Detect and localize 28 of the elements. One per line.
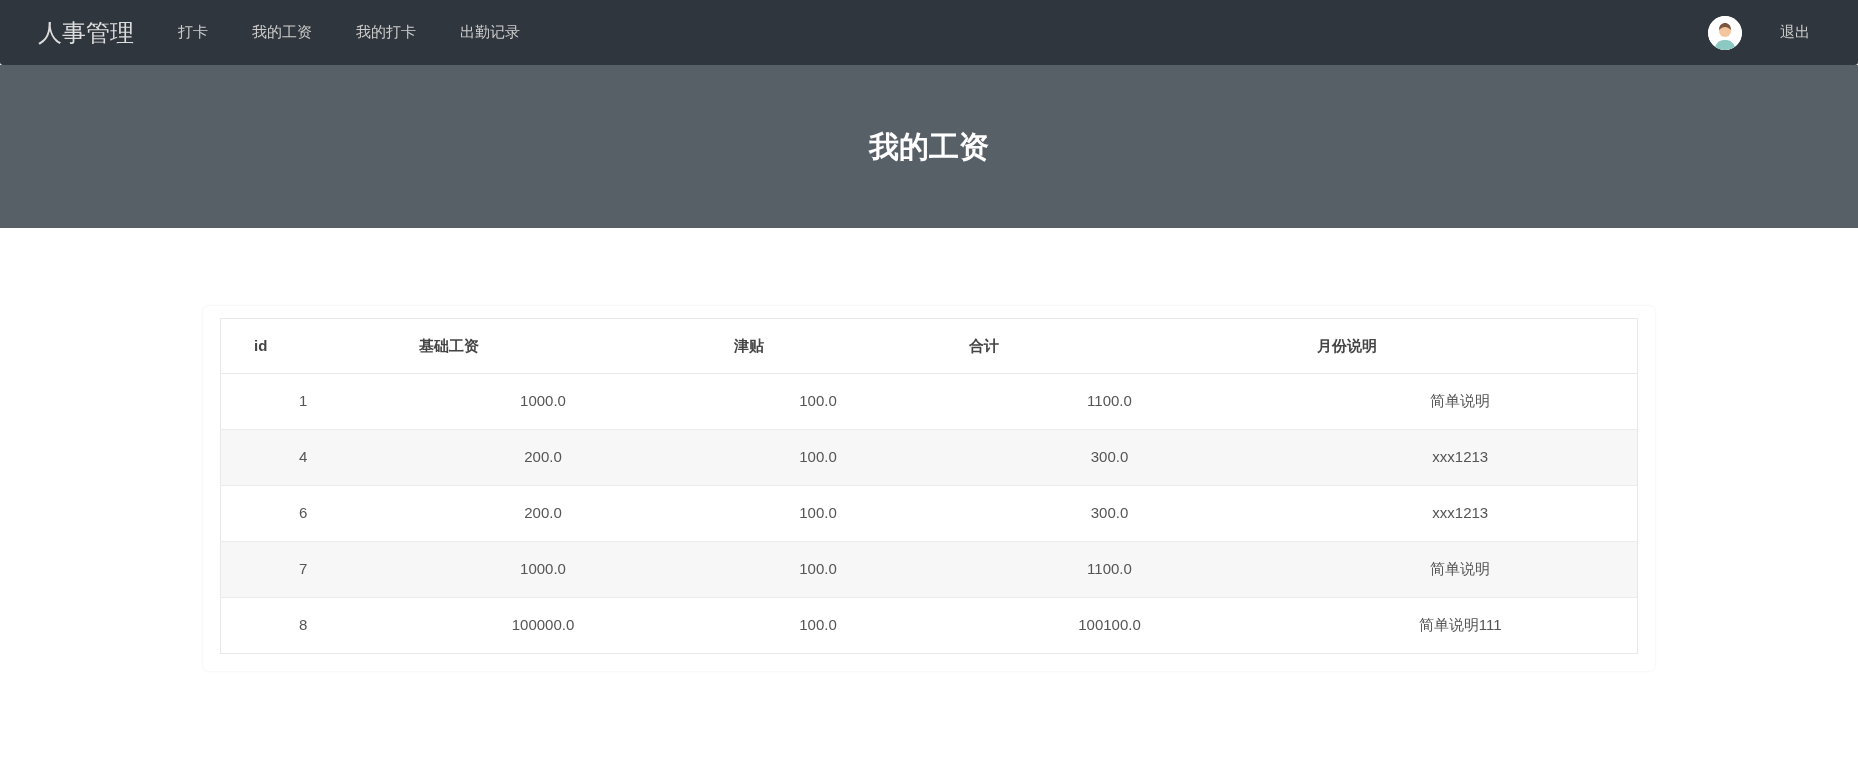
table-cell: 1000.0 <box>385 541 701 598</box>
logout-link[interactable]: 退出 <box>1758 21 1832 44</box>
table-cell: 4 <box>220 429 386 486</box>
column-header: 津贴 <box>700 318 936 374</box>
avatar-icon[interactable] <box>1708 15 1742 50</box>
page-title: 我的工资 <box>869 128 989 165</box>
table-cell: xxx1213 <box>1283 429 1638 486</box>
brand-title[interactable]: 人事管理 <box>38 14 134 51</box>
table-cell: 300.0 <box>935 429 1284 486</box>
table-cell: 100.0 <box>700 541 936 598</box>
nav-link[interactable]: 打卡 <box>156 21 230 44</box>
table-cell: 100.0 <box>700 597 936 654</box>
column-header: 合计 <box>935 318 1284 374</box>
table-cell: 8 <box>220 597 386 654</box>
table-cell: 100100.0 <box>935 597 1284 654</box>
table-cell: 7 <box>220 541 386 598</box>
nav-link[interactable]: 出勤记录 <box>438 21 542 44</box>
table-cell: 简单说明 <box>1283 541 1638 598</box>
table-cell: 100000.0 <box>385 597 701 654</box>
table-cell: 100.0 <box>700 429 936 486</box>
table-cell: 简单说明111 <box>1283 597 1638 654</box>
column-header: id <box>220 318 386 374</box>
column-header: 基础工资 <box>385 318 701 374</box>
column-header: 月份说明 <box>1283 318 1638 374</box>
table-cell: 1100.0 <box>935 541 1284 598</box>
nav-link[interactable]: 我的打卡 <box>334 21 438 44</box>
table-cell: 200.0 <box>385 429 701 486</box>
nav-link[interactable]: 我的工资 <box>230 21 334 44</box>
